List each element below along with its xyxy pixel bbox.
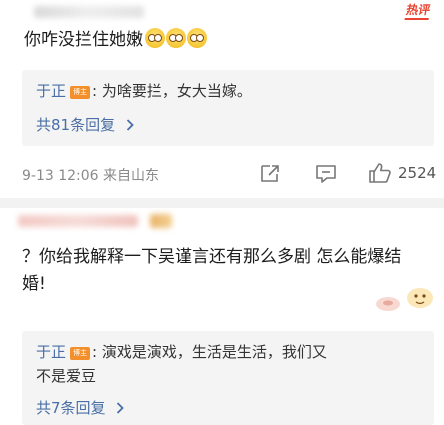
reply-box[interactable]: 于正 博主: 演戏是演戏，生活是生活，我们又 不是爱豆 共7条回复 <box>22 331 434 425</box>
blurred-username <box>18 215 138 227</box>
reply-count-text: 共81条回复 <box>36 116 116 134</box>
reply-username[interactable]: 于正 <box>36 82 66 100</box>
reply-text: : 演戏是演戏，生活是生活，我们又 <box>92 343 327 361</box>
blogger-badge: 博主 <box>70 347 91 360</box>
hot-comment-tag: 热评 <box>404 3 432 20</box>
like-count: 2524 <box>398 164 437 182</box>
forward-icon[interactable] <box>259 163 281 183</box>
section-divider <box>0 198 444 208</box>
weibo-comments-page: 热评 你咋没拦住她嫩 于正 博主: 为啥要拦，女大当嫁。 共81条回复 9-13 … <box>0 0 444 425</box>
comment-icon[interactable] <box>315 164 337 184</box>
comment-1-body: 你咋没拦住她嫩 <box>24 27 207 54</box>
comment-text: ？你给我解释一下吴谨言还有那么多剧 怎么能爆结婚! <box>22 247 402 294</box>
chevron-right-icon <box>116 399 125 417</box>
emoji-icon <box>145 28 165 48</box>
sticker-image <box>374 284 436 314</box>
emoji-group <box>145 28 207 48</box>
blurred-badge <box>150 214 172 228</box>
chevron-right-icon <box>126 116 134 134</box>
like-icon[interactable] <box>368 162 392 184</box>
blurred-username <box>34 6 144 18</box>
reply-username[interactable]: 于正 <box>36 343 66 361</box>
reply-line: 于正 博主: 演戏是演戏，生活是生活，我们又 <box>36 341 327 362</box>
comment-meta: 9-13 12:06 来自山东 <box>22 168 160 184</box>
comment-text: 你咋没拦住她嫩 <box>24 30 143 50</box>
emoji-icon <box>166 28 186 48</box>
view-replies-link[interactable]: 共7条回复 <box>36 397 125 418</box>
reply-text: : 为啥要拦，女大当嫁。 <box>92 82 252 100</box>
blogger-badge: 博主 <box>70 86 91 99</box>
reply-box[interactable]: 于正 博主: 为啥要拦，女大当嫁。 共81条回复 <box>22 70 434 146</box>
emoji-icon <box>187 28 207 48</box>
reply-line: 于正 博主: 为啥要拦，女大当嫁。 <box>36 80 252 101</box>
reply-count-text: 共7条回复 <box>36 399 106 417</box>
view-replies-link[interactable]: 共81条回复 <box>36 114 134 135</box>
reply-line-continued: 不是爱豆 <box>36 367 97 385</box>
